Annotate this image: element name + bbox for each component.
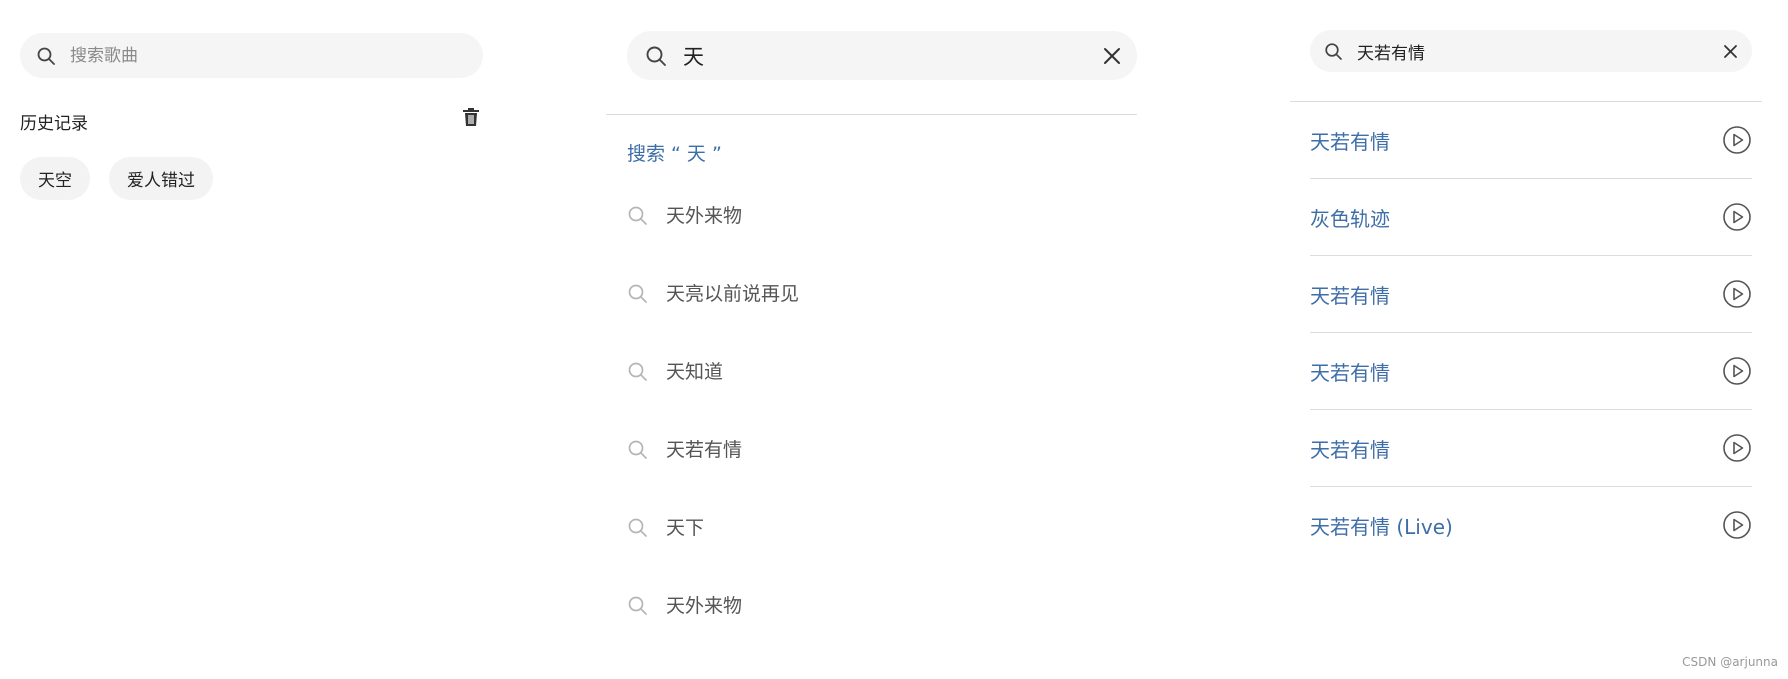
search-bar <box>627 31 1137 80</box>
search-icon <box>627 595 648 616</box>
history-tag[interactable]: 爱人错过 <box>109 157 213 200</box>
play-circle-icon[interactable] <box>1722 356 1752 386</box>
song-row[interactable]: 灰色轨迹 <box>1310 179 1752 256</box>
suggestion-item[interactable]: 天下 <box>627 517 799 595</box>
suggestion-item[interactable]: 天外来物 <box>627 205 799 283</box>
play-circle-icon[interactable] <box>1722 202 1752 232</box>
suggestion-item[interactable]: 天知道 <box>627 361 799 439</box>
divider <box>606 114 1137 115</box>
play-circle-icon[interactable] <box>1722 433 1752 463</box>
song-title: 天若有情 <box>1310 129 1390 154</box>
play-circle-icon[interactable] <box>1722 510 1752 540</box>
suggestion-list: 天外来物 天亮以前说再见 天知道 天若有情 天下 天外来物 <box>627 205 799 673</box>
search-icon <box>627 439 648 460</box>
song-row[interactable]: 天若有情 <box>1310 102 1752 179</box>
search-icon <box>627 361 648 382</box>
suggestion-label: 天外来物 <box>666 205 743 227</box>
suggestion-item[interactable]: 天亮以前说再见 <box>627 283 799 361</box>
close-icon[interactable] <box>1723 44 1738 59</box>
search-input[interactable] <box>683 43 1103 68</box>
search-icon <box>1324 42 1343 61</box>
suggestion-label: 天外来物 <box>666 595 743 617</box>
suggestion-label: 天亮以前说再见 <box>666 283 800 305</box>
suggestion-label: 天知道 <box>666 361 724 383</box>
play-circle-icon[interactable] <box>1722 279 1752 309</box>
close-icon[interactable] <box>1103 47 1121 65</box>
song-title: 灰色轨迹 <box>1310 206 1390 231</box>
search-keyword-link[interactable]: 搜索 “ 天 ” <box>627 139 722 166</box>
history-title: 历史记录 <box>20 114 88 134</box>
history-tag[interactable]: 天空 <box>20 157 90 200</box>
suggestion-item[interactable]: 天外来物 <box>627 595 799 673</box>
search-input[interactable] <box>1357 41 1723 61</box>
search-icon <box>627 205 648 226</box>
suggestion-label: 天若有情 <box>666 439 743 461</box>
song-row[interactable]: 天若有情 <box>1310 410 1752 487</box>
search-bar <box>20 33 483 78</box>
search-icon <box>627 283 648 304</box>
search-input[interactable] <box>70 45 483 66</box>
song-title: 天若有情 <box>1310 437 1390 462</box>
watermark: CSDN @arjunna <box>1682 655 1778 669</box>
history-tags: 天空 爱人错过 <box>20 157 213 200</box>
song-result-list: 天若有情 灰色轨迹 天若有情 天若有情 天若有情 天若有情 (Live) <box>1310 102 1752 563</box>
song-row[interactable]: 天若有情 (Live) <box>1310 487 1752 563</box>
search-icon <box>627 517 648 538</box>
suggestion-item[interactable]: 天若有情 <box>627 439 799 517</box>
search-bar <box>1310 30 1752 72</box>
song-title: 天若有情 (Live) <box>1310 514 1453 539</box>
search-icon <box>36 46 56 66</box>
song-title: 天若有情 <box>1310 283 1390 308</box>
play-circle-icon[interactable] <box>1722 125 1752 155</box>
search-icon <box>645 45 667 67</box>
suggestion-label: 天下 <box>666 517 705 539</box>
song-row[interactable]: 天若有情 <box>1310 256 1752 333</box>
song-title: 天若有情 <box>1310 360 1390 385</box>
trash-icon[interactable] <box>462 107 480 127</box>
song-row[interactable]: 天若有情 <box>1310 333 1752 410</box>
